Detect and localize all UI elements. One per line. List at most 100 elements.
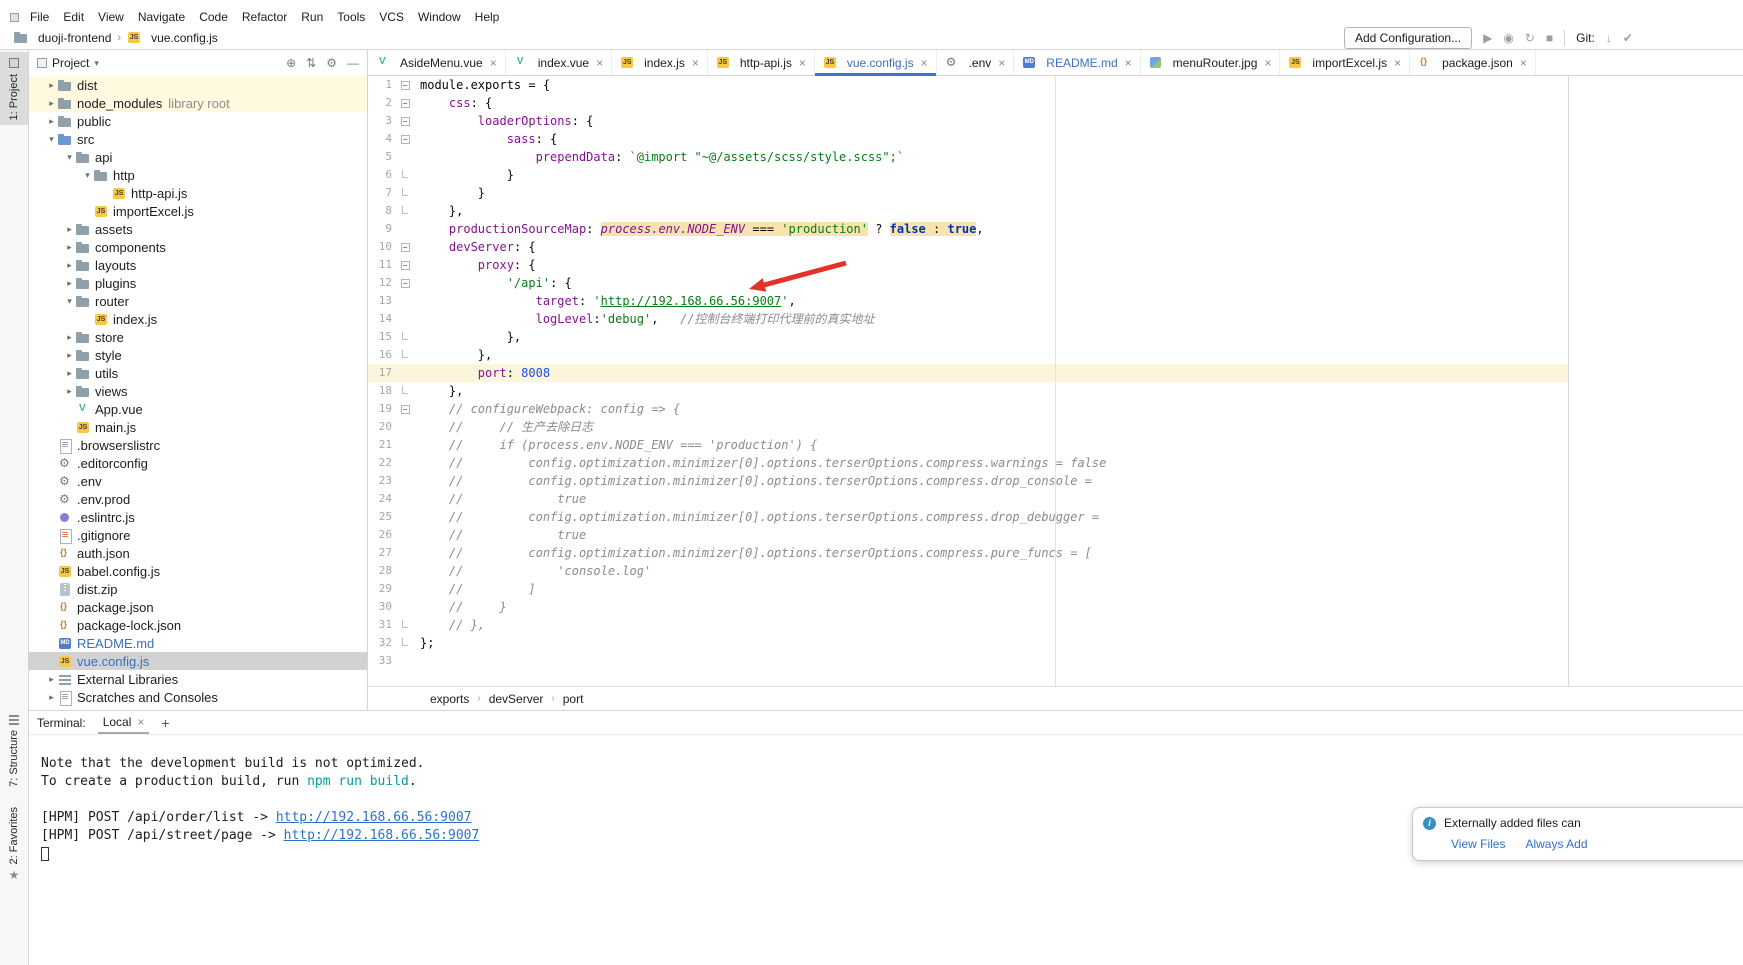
tree-collapsed-arrow[interactable]: ▸	[63, 332, 76, 343]
tree-item-dist-zip[interactable]: dist.zip	[29, 580, 367, 598]
fold-collapse-icon[interactable]: −	[396, 94, 414, 112]
always-add-link[interactable]: Always Add	[1525, 837, 1587, 851]
tree-collapsed-arrow[interactable]: ▸	[45, 116, 58, 127]
chevron-down-icon[interactable]: ▾	[94, 58, 99, 69]
settings-icon[interactable]: ⚙	[326, 56, 337, 70]
code-line-8[interactable]: 8 },	[368, 202, 1568, 220]
terminal-link[interactable]: http://192.168.66.56:9007	[284, 828, 480, 843]
tree-item-package-lock-json[interactable]: package-lock.json	[29, 616, 367, 634]
code-line-14[interactable]: 14 logLevel:'debug', //控制台终端打印代理前的真实地址	[368, 310, 1568, 328]
code-breadcrumb-devserver[interactable]: devServer	[489, 692, 544, 706]
update-project-icon[interactable]: ↓	[1606, 31, 1612, 45]
code-line-2[interactable]: 2− css: {	[368, 94, 1568, 112]
fold-end-icon[interactable]	[396, 634, 414, 652]
tree-collapsed-arrow[interactable]: ▸	[63, 278, 76, 289]
tree-collapsed-arrow[interactable]: ▸	[45, 692, 58, 703]
fold-collapse-icon[interactable]: −	[396, 274, 414, 292]
tree-item-store[interactable]: ▸store	[29, 328, 367, 346]
tree-item-readme-md[interactable]: README.md	[29, 634, 367, 652]
code-line-6[interactable]: 6 }	[368, 166, 1568, 184]
tab-http-api-js[interactable]: http-api.js×	[708, 50, 815, 75]
tree-item-main-js[interactable]: main.js	[29, 418, 367, 436]
menu-file[interactable]: File	[23, 10, 56, 24]
close-icon[interactable]: ×	[1520, 56, 1527, 70]
code-breadcrumb-port[interactable]: port	[563, 692, 584, 706]
tree-item-http-api-js[interactable]: http-api.js	[29, 184, 367, 202]
close-icon[interactable]: ×	[921, 56, 928, 70]
code-line-22[interactable]: 22 // config.optimization.minimizer[0].o…	[368, 454, 1568, 472]
debug-icon[interactable]: ◉	[1503, 31, 1513, 45]
hide-panel-icon[interactable]: —	[347, 56, 359, 70]
tree-collapsed-arrow[interactable]: ▸	[63, 386, 76, 397]
code-line-5[interactable]: 5 prependData: `@import "~@/assets/scss/…	[368, 148, 1568, 166]
fold-end-icon[interactable]	[396, 202, 414, 220]
fold-collapse-icon[interactable]: −	[396, 400, 414, 418]
tab-asidemenu-vue[interactable]: AsideMenu.vue×	[368, 50, 506, 75]
stop-icon[interactable]: ■	[1546, 31, 1553, 45]
code-line-19[interactable]: 19− // configureWebpack: config => {	[368, 400, 1568, 418]
tab-importexcel-js[interactable]: importExcel.js×	[1280, 50, 1410, 75]
code-line-10[interactable]: 10− devServer: {	[368, 238, 1568, 256]
code-line-32[interactable]: 32};	[368, 634, 1568, 652]
menu-tools[interactable]: Tools	[330, 10, 372, 24]
code-line-28[interactable]: 28 // 'console.log'	[368, 562, 1568, 580]
tree-collapsed-arrow[interactable]: ▸	[63, 260, 76, 271]
menu-view[interactable]: View	[91, 10, 131, 24]
tree-collapsed-arrow[interactable]: ▸	[45, 80, 58, 91]
tree-item-editorconfig[interactable]: .editorconfig	[29, 454, 367, 472]
collapse-all-icon[interactable]: ⇅	[306, 56, 316, 70]
terminal-tab-local[interactable]: Local ×	[98, 711, 150, 734]
code-line-30[interactable]: 30 // }	[368, 598, 1568, 616]
code-line-27[interactable]: 27 // config.optimization.minimizer[0].o…	[368, 544, 1568, 562]
code-line-33[interactable]: 33	[368, 652, 1568, 670]
menu-code[interactable]: Code	[192, 10, 235, 24]
code-area[interactable]: 1−module.exports = {2− css: {3− loaderOp…	[368, 76, 1743, 686]
tree-item-importexcel-js[interactable]: importExcel.js	[29, 202, 367, 220]
menu-edit[interactable]: Edit	[56, 10, 91, 24]
tree-item-env[interactable]: .env	[29, 472, 367, 490]
tree-item-scratches-and-consoles[interactable]: ▸Scratches and Consoles	[29, 688, 367, 706]
fold-collapse-icon[interactable]: −	[396, 130, 414, 148]
code-line-1[interactable]: 1−module.exports = {	[368, 76, 1568, 94]
fold-end-icon[interactable]	[396, 328, 414, 346]
close-icon[interactable]: ×	[1264, 56, 1271, 70]
close-icon[interactable]: ×	[137, 715, 144, 729]
tree-item-node-modules[interactable]: ▸node_moduleslibrary root	[29, 94, 367, 112]
tree-item-app-vue[interactable]: App.vue	[29, 400, 367, 418]
tree-item-index-js[interactable]: index.js	[29, 310, 367, 328]
close-icon[interactable]: ×	[1125, 56, 1132, 70]
new-terminal-button[interactable]: +	[161, 715, 169, 731]
menu-vcs[interactable]: VCS	[372, 10, 411, 24]
code-line-17[interactable]: 17 port: 8008	[368, 364, 1568, 382]
tree-expanded-arrow[interactable]: ▾	[81, 170, 94, 181]
tree-item-http[interactable]: ▾http	[29, 166, 367, 184]
rerun-icon[interactable]: ↻	[1525, 31, 1535, 45]
tree-item-package-json[interactable]: package.json	[29, 598, 367, 616]
tree-item-eslintrc-js[interactable]: .eslintrc.js	[29, 508, 367, 526]
close-icon[interactable]: ×	[490, 56, 497, 70]
code-line-26[interactable]: 26 // true	[368, 526, 1568, 544]
code-line-29[interactable]: 29 // ]	[368, 580, 1568, 598]
tree-item-dist[interactable]: ▸dist	[29, 76, 367, 94]
tab-package-json[interactable]: package.json×	[1410, 50, 1536, 75]
tree-expanded-arrow[interactable]: ▾	[63, 152, 76, 163]
tree-item-style[interactable]: ▸style	[29, 346, 367, 364]
tree-item-router[interactable]: ▾router	[29, 292, 367, 310]
menu-run[interactable]: Run	[294, 10, 330, 24]
close-icon[interactable]: ×	[1394, 56, 1401, 70]
fold-end-icon[interactable]	[396, 184, 414, 202]
code-line-16[interactable]: 16 },	[368, 346, 1568, 364]
code-line-25[interactable]: 25 // config.optimization.minimizer[0].o…	[368, 508, 1568, 526]
menu-help[interactable]: Help	[468, 10, 507, 24]
code-line-21[interactable]: 21 // if (process.env.NODE_ENV === 'prod…	[368, 436, 1568, 454]
tree-item-browserslistrc[interactable]: .browserslistrc	[29, 436, 367, 454]
menu-window[interactable]: Window	[411, 10, 468, 24]
tree-item-auth-json[interactable]: auth.json	[29, 544, 367, 562]
tree-item-vue-config-js[interactable]: vue.config.js	[29, 652, 367, 670]
locate-file-icon[interactable]: ⊕	[286, 56, 296, 70]
tab-index-vue[interactable]: index.vue×	[506, 50, 612, 75]
tree-item-utils[interactable]: ▸utils	[29, 364, 367, 382]
run-icon[interactable]: ▶	[1483, 31, 1492, 45]
tree-item-src[interactable]: ▾src	[29, 130, 367, 148]
tab-index-js[interactable]: index.js×	[612, 50, 708, 75]
